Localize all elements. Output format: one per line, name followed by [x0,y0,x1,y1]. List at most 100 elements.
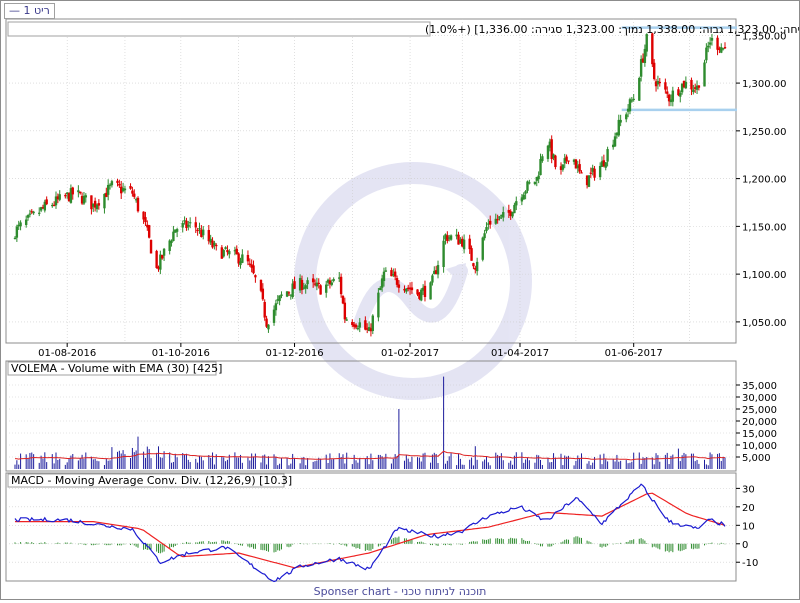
legend-chip[interactable]: ריט 1 — [4,3,55,19]
candle-body [666,91,669,94]
candle-body [90,195,93,210]
price-x-label: 01-08-2016 [38,348,96,359]
candle-body [671,90,675,102]
candle-body [658,81,661,84]
volume-y-label: 15,000 [742,429,777,440]
candle-body [379,287,382,291]
candle-body [38,212,41,214]
candle-body [638,78,641,101]
candle-body [708,42,712,45]
candle-body [470,248,473,261]
candle-body [319,285,322,295]
candle-body [272,309,276,323]
candle-body [716,37,719,50]
candle-body [652,62,656,80]
candle-body [155,250,158,268]
candle-body [144,217,147,223]
price-x-label: 01-10-2016 [152,348,210,359]
candle-body [561,164,565,170]
candle-body [537,175,540,180]
candle-body [202,229,205,236]
price-y-label: 1,250.00 [742,127,787,138]
candle-body [175,229,179,232]
candle-body [420,289,423,301]
candle-body [84,195,88,198]
candle-body [528,182,531,184]
candle-body [690,79,693,90]
candle-body [194,222,197,228]
candle-body [293,281,296,289]
candle-body [645,34,648,52]
candle-body [565,156,568,161]
candle-body [274,303,278,311]
candle-body [442,240,445,268]
macd-y-axis: 30 20 10 0 -10 [736,484,758,569]
candle-body [533,181,537,185]
candle-body [468,238,471,250]
candle-body [311,278,315,283]
candle-body [593,168,596,178]
price-y-label: 1,150.00 [742,222,787,233]
candle-body [515,201,518,206]
candle-body [710,37,714,41]
candle-body [133,193,136,197]
candle-body [136,197,140,212]
price-x-label: 01-02-2017 [381,348,439,359]
candle-body [382,271,386,282]
candle-body [32,211,35,214]
candle-body [541,156,544,161]
candle-body [395,278,399,285]
macd-histogram [14,536,726,554]
candle-body [110,181,114,186]
candle-body [723,47,727,49]
macd-panel: 30 20 10 0 -10 MACD - Moving Average Conv. D… [5,472,758,583]
macd-y-label: 10 [742,521,755,532]
volume-y-label: 5,000 [742,453,771,464]
candle-body [664,82,667,90]
candle-body [241,254,244,263]
candle-body [149,239,153,254]
candle-body [483,233,486,239]
candle-body [261,288,265,300]
volume-panel-label: VOLEMA - Volume with EMA (30) [425] [11,362,222,375]
candle-body [106,184,110,195]
candle-body [304,285,307,289]
macd-y-label: 20 [742,503,755,514]
candle-body [619,119,622,123]
candle-body [578,164,581,172]
candle-body [371,315,374,331]
candle-body [19,222,22,227]
candle-body [604,162,607,168]
volume-y-label: 20,000 [742,417,777,428]
volume-grid [6,384,736,458]
candle-body [679,93,682,97]
candle-body [45,199,48,205]
candle-body [15,226,19,238]
candle-body [332,279,335,281]
price-panel: 1,350.001,300.001,250.001,200.001,150.00… [5,18,800,359]
candle-body [306,280,309,285]
candle-body [215,244,218,247]
candle-body [377,292,380,318]
candle-body [651,33,654,65]
volume-y-label: 35,000 [742,381,777,392]
candle-body [162,248,166,256]
candle-body [325,284,328,293]
candle-body [343,302,347,320]
candle-body [79,191,82,194]
candle-body [317,282,320,285]
candle-body [580,172,583,174]
volume-y-label: 30,000 [742,393,777,404]
candle-body [431,275,434,283]
candle-body [410,287,414,291]
candle-body [285,291,289,297]
candle-body [24,219,28,225]
price-x-label: 01-12-2016 [265,348,323,359]
candle-body [354,324,358,328]
candle-body [58,194,61,200]
candle-body [606,149,609,162]
candle-body [123,188,127,191]
macd-y-label: 30 [742,484,755,495]
legend-symbol: ריט 1 [23,4,50,17]
candle-body [71,187,74,195]
